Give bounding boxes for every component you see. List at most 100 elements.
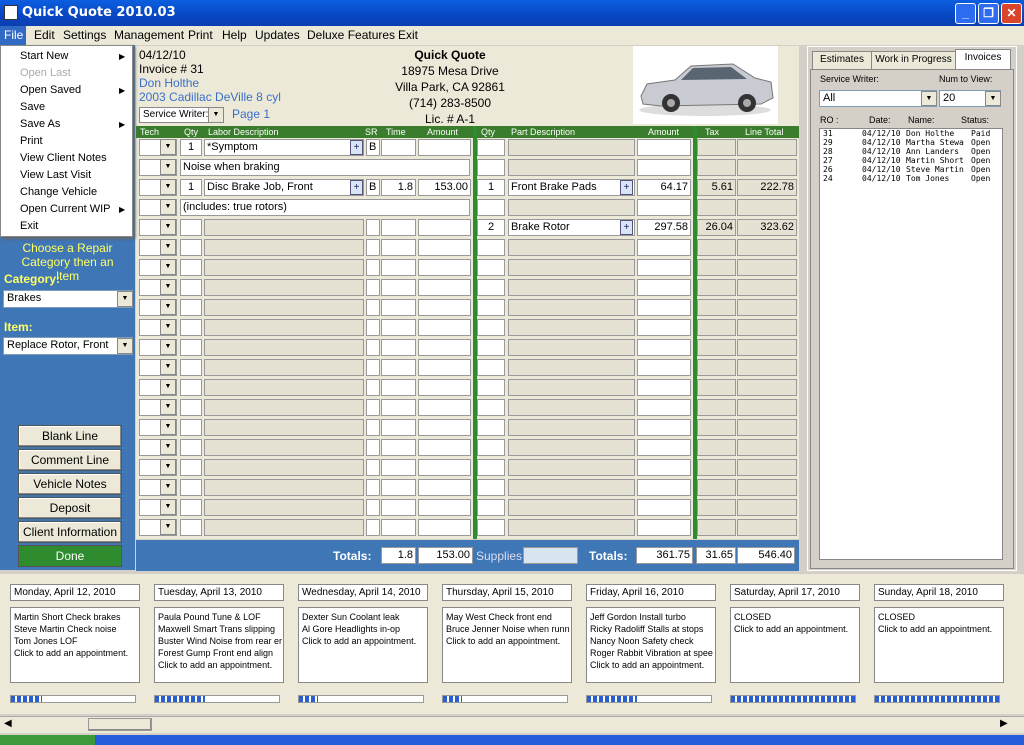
labor-description[interactable]	[204, 359, 364, 376]
part-description[interactable]	[508, 459, 635, 476]
labor-description[interactable]	[204, 419, 364, 436]
part-description[interactable]	[508, 139, 635, 156]
category-select[interactable]: Brakes	[3, 290, 133, 308]
menu-updates[interactable]: Updates	[255, 28, 300, 42]
part-amount[interactable]	[637, 479, 691, 496]
labor-amount[interactable]	[418, 519, 471, 536]
appointment-item[interactable]: Click to add an appointment.	[734, 623, 856, 635]
comment-line[interactable]: (includes: true rotors)	[180, 199, 470, 216]
part-amount[interactable]	[637, 279, 691, 296]
labor-description[interactable]	[204, 339, 364, 356]
add-part-icon[interactable]: +	[620, 220, 633, 235]
labor-description[interactable]	[204, 319, 364, 336]
file-menu-exit[interactable]: Exit	[20, 220, 38, 232]
labor-description[interactable]: *Symptom	[204, 139, 364, 156]
part-qty[interactable]	[477, 479, 505, 496]
chevron-down-icon[interactable]: ▼	[160, 279, 176, 295]
part-description[interactable]	[508, 359, 635, 376]
maximize-button[interactable]: ❐	[978, 3, 999, 24]
chevron-down-icon[interactable]: ▼	[160, 219, 176, 235]
part-qty[interactable]	[477, 159, 505, 176]
part-description[interactable]	[508, 299, 635, 316]
labor-description[interactable]	[204, 439, 364, 456]
horizontal-scrollbar[interactable]: ◀ ▶	[0, 716, 1024, 733]
labor-time[interactable]	[381, 319, 416, 336]
labor-amount[interactable]	[418, 299, 471, 316]
part-qty[interactable]: 1	[477, 179, 505, 196]
tab-work-in-progress[interactable]: Work in Progress	[871, 51, 956, 69]
sr-code[interactable]: B	[366, 139, 380, 156]
part-qty[interactable]	[477, 259, 505, 276]
labor-qty[interactable]	[180, 439, 202, 456]
labor-time[interactable]	[381, 399, 416, 416]
chevron-down-icon[interactable]: ▼	[160, 459, 176, 475]
labor-qty[interactable]	[180, 519, 202, 536]
labor-amount[interactable]	[418, 499, 471, 516]
appointment-item[interactable]: May West Check front end	[446, 611, 568, 623]
part-description[interactable]	[508, 199, 635, 216]
labor-amount[interactable]	[418, 259, 471, 276]
chevron-down-icon[interactable]: ▼	[985, 91, 1001, 106]
appointment-item[interactable]: Roger Rabbit Vibration at spee	[590, 647, 713, 659]
labor-description[interactable]	[204, 279, 364, 296]
labor-description[interactable]	[204, 479, 364, 496]
labor-time[interactable]	[381, 219, 416, 236]
chevron-down-icon[interactable]: ▼	[160, 399, 176, 415]
labor-qty[interactable]	[180, 419, 202, 436]
file-menu-view-client-notes[interactable]: View Client Notes	[20, 152, 107, 164]
labor-time[interactable]	[381, 139, 416, 156]
chevron-down-icon[interactable]: ▼	[208, 107, 224, 123]
part-description[interactable]	[508, 399, 635, 416]
appointment-item[interactable]: CLOSED	[734, 611, 856, 623]
tab-estimates[interactable]: Estimates	[812, 51, 872, 69]
file-menu-print[interactable]: Print	[20, 135, 43, 147]
chevron-down-icon[interactable]: ▼	[160, 359, 176, 375]
item-select[interactable]: Replace Rotor, Front	[3, 337, 133, 355]
part-amount[interactable]	[637, 499, 691, 516]
vehicle-name[interactable]: 2003 Cadillac DeVille 8 cyl	[139, 90, 281, 104]
labor-description[interactable]: Disc Brake Job, Front	[204, 179, 364, 196]
appointment-item[interactable]: Al Gore Headlights in-op	[302, 623, 424, 635]
labor-amount[interactable]	[418, 239, 471, 256]
part-qty[interactable]: 2	[477, 219, 505, 236]
day-appointments[interactable]: CLOSED Click to add an appointment.	[730, 607, 860, 683]
chevron-down-icon[interactable]: ▼	[160, 199, 176, 215]
close-button[interactable]: ✕	[1001, 3, 1022, 24]
sr-code[interactable]	[366, 439, 380, 456]
labor-time[interactable]	[381, 459, 416, 476]
minimize-button[interactable]: _	[955, 3, 976, 24]
part-qty[interactable]	[477, 139, 505, 156]
part-description[interactable]	[508, 159, 635, 176]
file-menu-view-last-visit[interactable]: View Last Visit	[20, 169, 91, 181]
appointment-item[interactable]: Click to add an appointment.	[302, 635, 424, 647]
part-qty[interactable]	[477, 459, 505, 476]
file-menu-change-vehicle[interactable]: Change Vehicle	[20, 186, 97, 198]
labor-description[interactable]	[204, 379, 364, 396]
sr-code[interactable]	[366, 399, 380, 416]
blank-line-button[interactable]: Blank Line	[18, 425, 122, 447]
part-amount[interactable]	[637, 379, 691, 396]
invoice-list-item[interactable]: 31 04/12/10 Don Holthe Paid	[820, 129, 1002, 138]
invoice-list-item[interactable]: 27 04/12/10 Martin Short Open	[820, 156, 1002, 165]
labor-time[interactable]	[381, 339, 416, 356]
labor-qty[interactable]: 1	[180, 179, 202, 196]
labor-qty[interactable]	[180, 239, 202, 256]
done-button[interactable]: Done	[18, 545, 122, 567]
sr-code[interactable]	[366, 479, 380, 496]
chevron-down-icon[interactable]: ▼	[160, 179, 176, 195]
menu-management[interactable]: Management	[114, 28, 184, 42]
chevron-down-icon[interactable]: ▼	[160, 479, 176, 495]
appointment-item[interactable]: Paula Pound Tune & LOF	[158, 611, 280, 623]
labor-amount[interactable]	[418, 339, 471, 356]
appointment-item[interactable]: Tom Jones LOF	[14, 635, 136, 647]
labor-description[interactable]	[204, 239, 364, 256]
comment-line-button[interactable]: Comment Line	[18, 449, 122, 471]
part-qty[interactable]	[477, 519, 505, 536]
labor-time[interactable]	[381, 499, 416, 516]
labor-time[interactable]	[381, 359, 416, 376]
chevron-down-icon[interactable]: ▼	[117, 291, 133, 307]
labor-amount[interactable]	[418, 399, 471, 416]
deposit-button[interactable]: Deposit	[18, 497, 122, 519]
part-amount[interactable]	[637, 459, 691, 476]
labor-qty[interactable]	[180, 399, 202, 416]
